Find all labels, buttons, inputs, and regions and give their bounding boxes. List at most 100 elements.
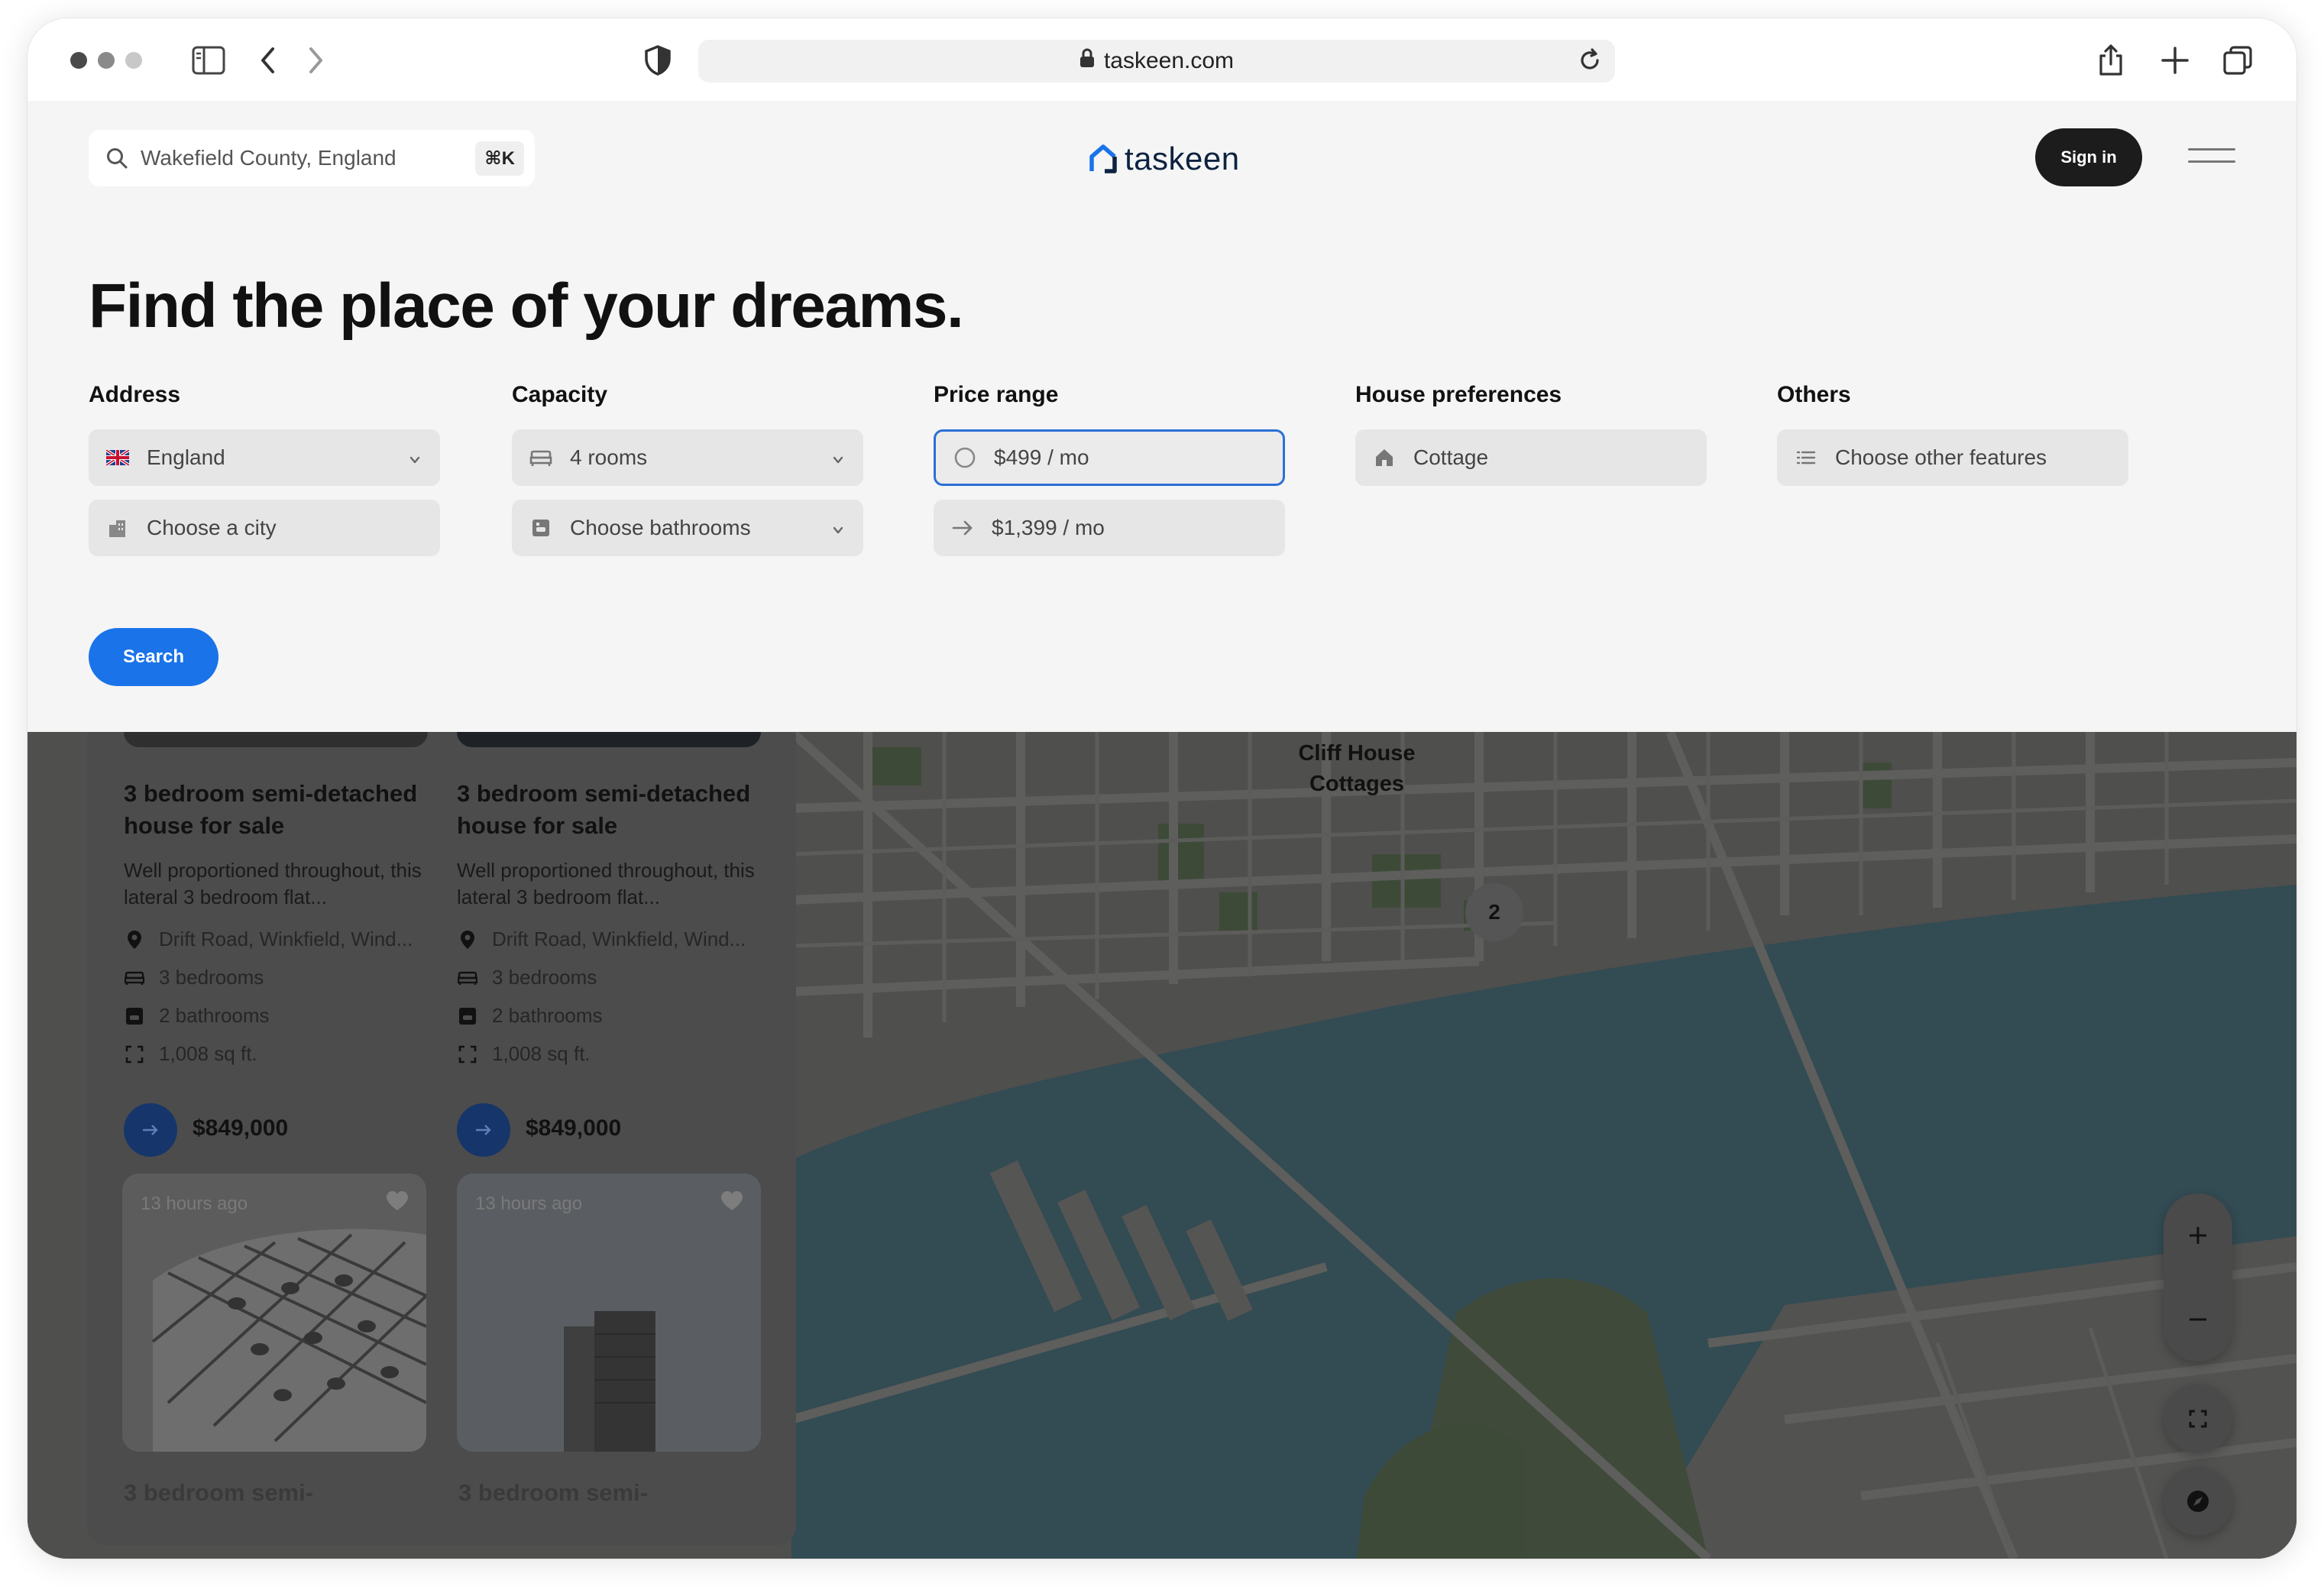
zoom-in-button[interactable]	[2164, 1193, 2232, 1277]
listing-address: Drift Road, Winkfield, Wind...	[124, 928, 429, 951]
location-pin-icon	[124, 929, 145, 950]
search-icon	[105, 147, 128, 170]
tabs-overview-icon[interactable]	[2219, 41, 2257, 79]
country-select[interactable]: England	[89, 429, 440, 486]
page-title: Find the place of your dreams.	[89, 271, 964, 341]
circle-icon	[953, 445, 977, 470]
address-label: Address	[89, 382, 181, 407]
address-bar[interactable]: taskeen.com	[698, 40, 1615, 83]
price-range-label: Price range	[934, 382, 1059, 407]
reload-icon[interactable]	[1577, 47, 1603, 79]
listing-title: 3 bedroom semi-detached house for sale	[124, 780, 418, 839]
location-search-input[interactable]: Wakefield County, England ⌘K	[89, 130, 535, 186]
bathrooms-placeholder: Choose bathrooms	[570, 516, 751, 539]
others-filter: Others Choose other features	[1777, 382, 2128, 500]
price-max-value: $1,399 / mo	[992, 516, 1105, 539]
listing-price: $849,000	[526, 1115, 622, 1141]
listing-description: Well proportioned throughout, this later…	[457, 859, 755, 908]
heart-icon[interactable]	[720, 1190, 744, 1216]
price-min-value: $499 / mo	[994, 445, 1089, 469]
view-listing-button[interactable]	[124, 1103, 177, 1157]
page: Wakefield County, England ⌘K taskeen Sig…	[28, 101, 2296, 1559]
bathroom-icon	[457, 1005, 478, 1027]
shield-icon[interactable]	[639, 41, 677, 79]
listing-card[interactable]: 3 bedroom semi-detached house for sale W…	[457, 732, 761, 1190]
location-pin-icon	[457, 929, 478, 950]
bed-icon	[124, 967, 145, 989]
hamburger-menu-icon[interactable]	[2188, 145, 2235, 167]
listing-title: 3 bedroom semi-detached house for sale	[457, 780, 751, 839]
view-listing-button[interactable]	[457, 1103, 510, 1157]
listing-price: $849,000	[193, 1115, 289, 1141]
listing-photo-tile[interactable]: 13 hours ago	[457, 1174, 761, 1452]
price-min-input[interactable]: $499 / mo	[934, 429, 1285, 486]
listing-bedrooms: 3 bedrooms	[457, 966, 762, 989]
sidebar-toggle-icon[interactable]	[189, 41, 228, 79]
listing-card[interactable]: 3 bedroom semi-detached house for sale W…	[124, 732, 428, 1190]
new-tab-icon[interactable]	[2156, 41, 2194, 79]
listing-bathrooms: 2 bathrooms	[124, 1004, 429, 1028]
country-value: England	[147, 445, 225, 469]
search-button[interactable]: Search	[89, 628, 218, 686]
shortcut-badge: ⌘K	[475, 141, 524, 176]
search-section: Wakefield County, England ⌘K taskeen Sig…	[28, 101, 2296, 732]
house-preferences-label: House preferences	[1355, 382, 1562, 407]
zoom-out-button[interactable]	[2164, 1277, 2232, 1361]
house-type-value: Cottage	[1413, 445, 1489, 469]
logo-text: taskeen	[1125, 141, 1240, 176]
price-range-filter: Price range $499 / mo $1,399 / mo	[934, 382, 1285, 570]
price-max-input[interactable]: $1,399 / mo	[934, 500, 1285, 556]
house-type-select[interactable]: Cottage	[1355, 429, 1707, 486]
logo[interactable]: taskeen	[1088, 141, 1240, 177]
compass-button[interactable]	[2164, 1467, 2232, 1536]
expand-icon	[124, 1044, 145, 1065]
listing-bedrooms: 3 bedrooms	[124, 966, 429, 989]
building-photo	[457, 1174, 761, 1452]
rooms-value: 4 rooms	[570, 445, 648, 469]
forward-icon[interactable]	[296, 41, 335, 79]
chevron-down-icon	[831, 448, 845, 472]
back-icon[interactable]	[249, 41, 287, 79]
expand-icon	[457, 1044, 478, 1065]
others-label: Others	[1777, 382, 1851, 407]
bed-icon	[457, 967, 478, 989]
map-place-label: Cliff House Cottages	[1298, 741, 1416, 796]
city-placeholder: Choose a city	[147, 516, 277, 539]
city-select[interactable]: Choose a city	[89, 500, 440, 556]
capacity-filter: Capacity 4 rooms Choose bathrooms	[512, 382, 863, 570]
compass-icon	[2187, 1491, 2209, 1512]
listing-photo-tile[interactable]: 13 hours ago	[122, 1174, 426, 1452]
listing-area: 1,008 sq ft.	[124, 1042, 429, 1066]
arrow-right-icon	[143, 1125, 158, 1135]
listing-bathrooms: 2 bathrooms	[457, 1004, 762, 1028]
bathrooms-select[interactable]: Choose bathrooms	[512, 500, 863, 556]
chevron-down-icon	[408, 448, 422, 472]
listing-area: 1,008 sq ft.	[457, 1042, 762, 1066]
search-value: Wakefield County, England	[141, 146, 397, 170]
listing-title: 3 bedroom semi-	[458, 1479, 649, 1506]
other-features-placeholder: Choose other features	[1835, 445, 2047, 469]
listings-panel: 3 bedroom semi-detached house for sale W…	[87, 732, 796, 1545]
sign-in-button[interactable]: Sign in	[2035, 128, 2142, 186]
bed-icon	[529, 445, 553, 470]
listing-title: 3 bedroom semi-	[124, 1479, 314, 1506]
other-features-select[interactable]: Choose other features	[1777, 429, 2128, 486]
share-icon[interactable]	[2092, 41, 2130, 79]
window-controls[interactable]	[70, 52, 142, 69]
home-icon	[1372, 445, 1397, 470]
rooms-select[interactable]: 4 rooms	[512, 429, 863, 486]
listing-description: Well proportioned throughout, this later…	[124, 859, 422, 908]
arrow-right-icon	[476, 1125, 491, 1135]
chevron-down-icon	[831, 518, 845, 542]
bathroom-icon	[529, 516, 553, 540]
listing-image	[457, 732, 761, 747]
map-cluster-marker[interactable]: 2	[1465, 883, 1523, 941]
city-icon	[105, 516, 130, 540]
fullscreen-button[interactable]	[2164, 1384, 2232, 1453]
minus-icon	[2190, 1318, 2206, 1321]
address-filter: Address England Choose a city	[89, 382, 440, 570]
capacity-label: Capacity	[512, 382, 608, 407]
posted-time: 13 hours ago	[475, 1193, 583, 1214]
heart-icon[interactable]	[385, 1190, 409, 1216]
bathroom-icon	[124, 1005, 145, 1027]
